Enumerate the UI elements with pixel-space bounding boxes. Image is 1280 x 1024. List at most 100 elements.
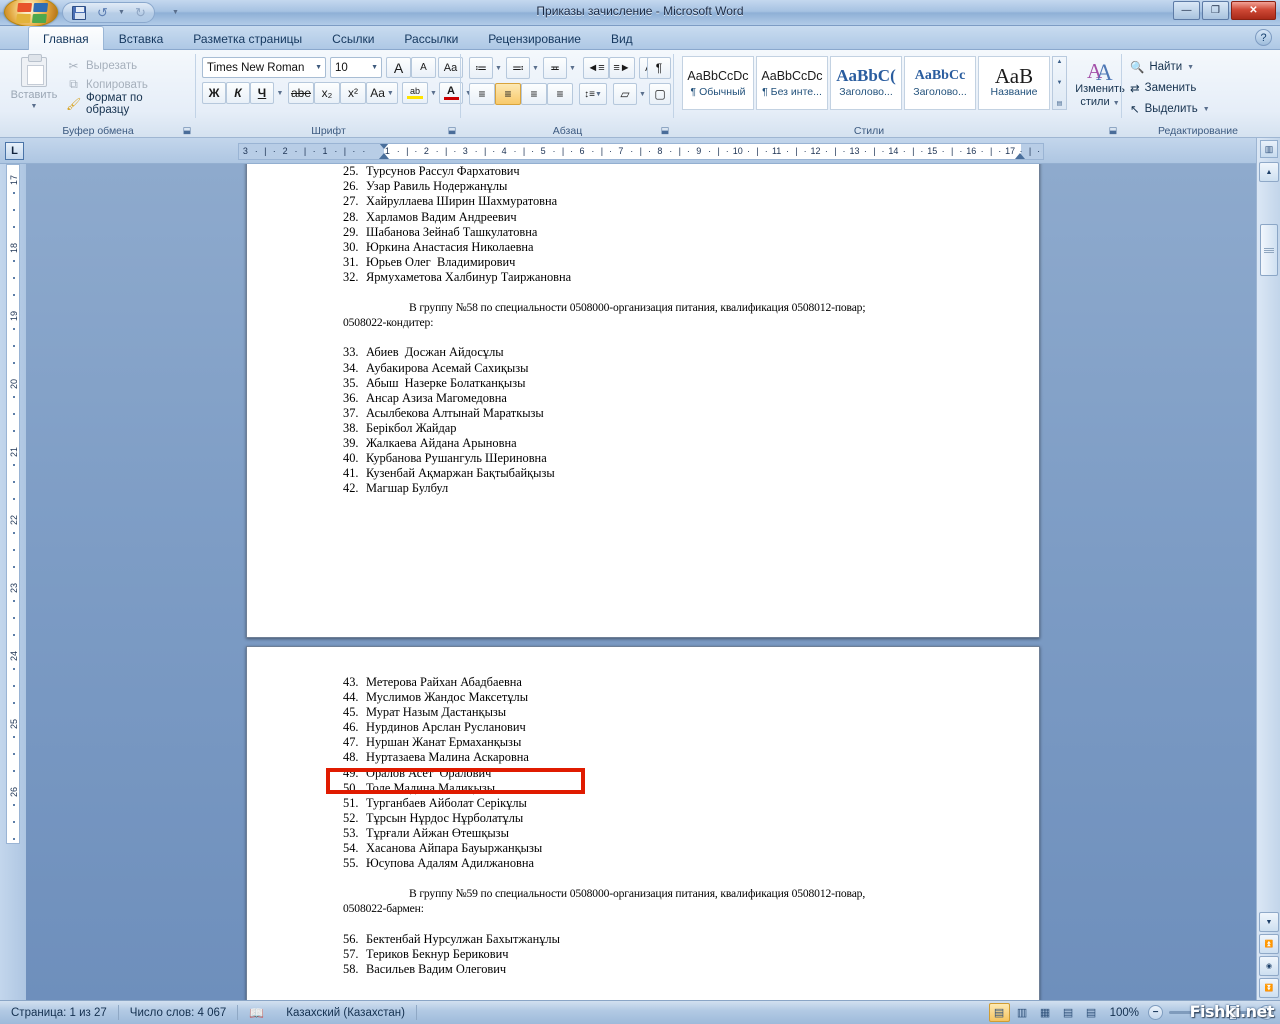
replace-button[interactable]: ⇄ Заменить: [1130, 78, 1196, 98]
scroll-up-icon[interactable]: ▲: [1057, 59, 1063, 65]
styles-gallery-scroll[interactable]: ▲ ▼ ▤: [1052, 56, 1067, 110]
font-name-combo[interactable]: Times New Roman ▼: [202, 57, 326, 78]
format-painter-button[interactable]: 🖌 Формат по образцу: [66, 92, 184, 116]
change-case-button[interactable]: Aa ▼: [366, 82, 398, 104]
select-button[interactable]: ↖ Выделить ▼: [1130, 99, 1210, 119]
zoom-level-label[interactable]: 100%: [1103, 1007, 1148, 1019]
ruler-track[interactable]: 3 · | · 2 · | · 1 · | · · 1 · | · 2 · | · 3 · | · 4 · | · 5 · | · 6 · | · 7 · |…: [238, 143, 1044, 160]
numbering-button[interactable]: ≕: [506, 57, 530, 79]
strikethrough-button[interactable]: abe: [288, 82, 314, 104]
tab-review[interactable]: Рецензирование: [473, 26, 596, 50]
tab-page-layout[interactable]: Разметка страницы: [178, 26, 317, 50]
align-right-button[interactable]: ≡: [521, 83, 547, 105]
tab-insert[interactable]: Вставка: [104, 26, 179, 50]
tab-view[interactable]: Вид: [596, 26, 648, 50]
more-styles-icon[interactable]: ▤: [1057, 100, 1063, 107]
document-canvas[interactable]: 22.Садыкова Гульнисам Нурахметовна23.Сид…: [26, 164, 1256, 1000]
horizontal-ruler[interactable]: L 3 · | · 2 · | · 1 · | · · 1 · | · 2 · | · 3 · | · 4 · | · 5 · | · 6 · | · 7…: [0, 138, 1280, 164]
right-indent-marker[interactable]: [1015, 153, 1025, 159]
chevron-down-icon[interactable]: ▼: [315, 64, 322, 71]
bullets-button[interactable]: ≔: [469, 57, 493, 79]
cursor-arrow-icon: ↖: [1130, 104, 1140, 116]
superscript-button[interactable]: x²: [340, 82, 366, 104]
help-icon[interactable]: ?: [1255, 29, 1272, 46]
styles-dialog-launcher-icon[interactable]: ⬓: [1107, 124, 1119, 136]
align-left-button[interactable]: ≡: [469, 83, 495, 105]
bullets-dropdown-icon[interactable]: ▼: [493, 57, 504, 79]
minimize-button[interactable]: —: [1173, 1, 1200, 20]
style-heading-1[interactable]: AaBbC( Заголово...: [830, 56, 902, 110]
scroll-up-button[interactable]: ▲: [1259, 162, 1279, 182]
justify-button[interactable]: ≡: [547, 83, 573, 105]
scroll-down-button[interactable]: ▼: [1259, 912, 1279, 932]
multilevel-dropdown-icon[interactable]: ▼: [567, 57, 578, 79]
restore-button[interactable]: ❐: [1202, 1, 1229, 20]
first-line-indent-marker[interactable]: [379, 144, 389, 149]
cut-button[interactable]: ✂ Вырезать: [66, 56, 184, 75]
multilevel-list-button[interactable]: ≖: [543, 57, 567, 79]
text-highlight-button[interactable]: ab: [402, 82, 428, 104]
bold-button[interactable]: Ж: [202, 82, 226, 104]
tab-references[interactable]: Ссылки: [317, 26, 389, 50]
font-size-combo[interactable]: 10 ▼: [330, 57, 382, 78]
subscript-button[interactable]: x₂: [314, 82, 340, 104]
zoom-out-button[interactable]: −: [1148, 1005, 1163, 1020]
document-page-2[interactable]: 43. Метерова Райхан Абадбаевна 44. Муслимов…: [246, 646, 1040, 1000]
style-normal[interactable]: AaBbCcDc ¶ Обычный: [682, 56, 754, 110]
paragraph-dialog-launcher-icon[interactable]: ⬓: [659, 124, 671, 136]
view-web-layout-button[interactable]: ▦: [1035, 1003, 1056, 1022]
shading-dropdown-icon[interactable]: ▼: [637, 83, 648, 105]
list-item-name: Магшар Булбул: [366, 481, 449, 496]
next-page-button[interactable]: ⏬: [1259, 978, 1279, 998]
view-outline-button[interactable]: ▤: [1058, 1003, 1079, 1022]
chevron-down-icon[interactable]: ▼: [371, 64, 378, 71]
view-full-screen-reading-button[interactable]: ▥: [1012, 1003, 1033, 1022]
close-button[interactable]: ✕: [1231, 1, 1276, 20]
style-name: Название: [990, 86, 1038, 98]
clipboard-dialog-launcher-icon[interactable]: ⬓: [181, 124, 193, 136]
view-print-layout-button[interactable]: ▤: [988, 1003, 1010, 1022]
left-indent-marker[interactable]: [379, 153, 389, 159]
align-center-button[interactable]: ≡: [495, 83, 521, 105]
student-list-item: 57. Териков Бекнур Берикович: [343, 947, 983, 962]
style-heading-2[interactable]: AaBbCc Заголово...: [904, 56, 976, 110]
ribbon-group-clipboard: Вставить ▼ ✂ Вырезать ⧉ Копировать 🖌 Фор…: [0, 50, 196, 138]
scrollbar-thumb[interactable]: [1260, 224, 1278, 276]
select-browse-object-button[interactable]: ◉: [1259, 956, 1279, 976]
previous-page-button[interactable]: ⏫: [1259, 934, 1279, 954]
show-formatting-marks-button[interactable]: ¶: [647, 57, 671, 79]
proofing-status[interactable]: 📖: [238, 1001, 275, 1024]
tab-home[interactable]: Главная: [28, 26, 104, 50]
vertical-ruler[interactable]: 17 18 19 20 21 22 23 24 25 26: [0, 164, 26, 1000]
underline-button[interactable]: Ч: [250, 82, 274, 104]
paste-dropdown-icon[interactable]: ▼: [31, 103, 38, 110]
italic-button[interactable]: К: [226, 82, 250, 104]
grow-font-button[interactable]: A: [386, 57, 411, 78]
decrease-indent-button[interactable]: ◄≡: [583, 57, 609, 79]
document-page-1[interactable]: 22.Садыкова Гульнисам Нурахметовна23.Сид…: [246, 164, 1040, 638]
style-title[interactable]: АаВ Название: [978, 56, 1050, 110]
shading-button[interactable]: ▱: [613, 83, 637, 105]
paste-button[interactable]: Вставить ▼: [6, 54, 62, 115]
word-count-indicator[interactable]: Число слов: 4 067: [119, 1001, 238, 1024]
highlight-dropdown-icon[interactable]: ▼: [428, 82, 439, 104]
tab-mailings[interactable]: Рассылки: [389, 26, 473, 50]
borders-button[interactable]: ▢: [649, 83, 671, 105]
font-dialog-launcher-icon[interactable]: ⬓: [446, 124, 458, 136]
tab-selector-button[interactable]: L: [5, 142, 24, 160]
vertical-scrollbar[interactable]: ▥ ▲ ▼ ⏫ ◉ ⏬: [1256, 138, 1280, 1000]
line-spacing-button[interactable]: ↕≡ ▼: [579, 83, 607, 105]
style-no-spacing[interactable]: AaBbCcDc ¶ Без инте...: [756, 56, 828, 110]
page-indicator[interactable]: Страница: 1 из 27: [0, 1001, 118, 1024]
view-draft-button[interactable]: ▤: [1081, 1003, 1102, 1022]
shrink-font-button[interactable]: A: [411, 57, 436, 78]
change-styles-button[interactable]: A A Изменить стили ▼: [1072, 57, 1128, 110]
view-ruler-toggle-icon[interactable]: ▥: [1260, 140, 1278, 158]
language-indicator[interactable]: Казахский (Казахстан): [275, 1001, 416, 1024]
underline-dropdown-icon[interactable]: ▼: [274, 82, 286, 104]
numbering-dropdown-icon[interactable]: ▼: [530, 57, 541, 79]
scroll-down-icon[interactable]: ▼: [1057, 80, 1063, 86]
increase-indent-button[interactable]: ≡►: [609, 57, 635, 79]
find-button[interactable]: 🔍 Найти ▼: [1130, 57, 1194, 77]
font-size-value: 10: [335, 61, 348, 74]
